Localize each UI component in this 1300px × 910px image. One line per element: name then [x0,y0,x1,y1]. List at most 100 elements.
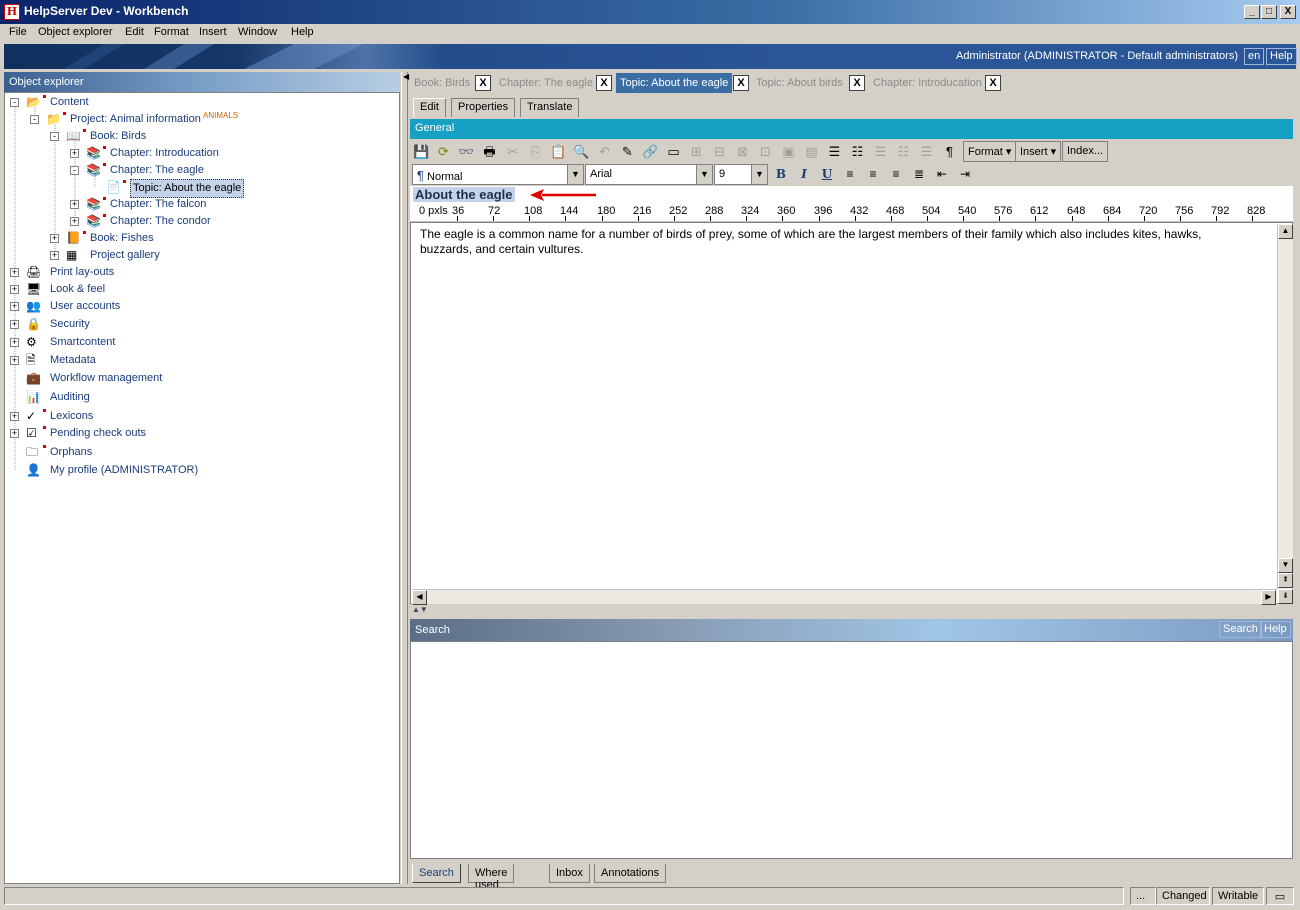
maximize-button[interactable]: □ [1261,5,1277,19]
tree-item-label[interactable]: Lexicons [50,408,93,425]
menu-format[interactable]: Format [154,26,189,38]
paste-icon[interactable]: 📋 [548,141,569,162]
menu-window[interactable]: Window [238,26,277,38]
tree-item-label[interactable]: Security [50,316,90,333]
outdent-list-icon[interactable]: ☷ [893,141,914,162]
split-cells-icon[interactable]: ▤ [801,141,822,162]
resize-splitter-icon[interactable]: ▲▼ [412,605,428,614]
refresh-icon[interactable]: ⟳ [433,141,454,162]
menu-file[interactable]: File [9,26,27,38]
close-window-button[interactable]: X [1280,5,1296,19]
bold-button[interactable]: B [771,165,791,184]
expand-icon[interactable]: + [10,320,19,329]
tree-item-label[interactable]: Book: Birds [90,128,146,145]
horizontal-scrollbar[interactable]: ◀ ▶ [412,589,1277,605]
doc-tab-topic-about-eagle[interactable]: Topic: About the eagle [616,73,733,93]
copy-icon[interactable]: ⎘ [525,141,546,162]
highlight-icon[interactable]: ✎ [617,141,638,162]
scroll-up-icon[interactable]: ▲ [1278,224,1293,239]
tree-item-label[interactable]: Chapter: The falcon [110,196,206,213]
tab-translate[interactable]: Translate [520,98,580,117]
expand-icon[interactable]: + [70,217,79,226]
language-button[interactable]: en [1244,48,1265,65]
scroll-page-down-icon[interactable]: ⇟ [1278,589,1293,604]
document-body[interactable]: The eagle is a common name for a number … [420,227,1240,257]
insert-column-icon[interactable]: ⊟ [709,141,730,162]
collapse-icon[interactable]: - [70,166,79,175]
tree-item-label[interactable]: Smartcontent [50,334,115,351]
tree-item-label[interactable]: My profile (ADMINISTRATOR) [50,462,198,479]
collapse-left-icon[interactable]: ◀ [403,72,409,81]
tab-edit[interactable]: Edit [413,98,446,117]
delete-column-icon[interactable]: ⊡ [755,141,776,162]
doc-tab-book-birds[interactable]: Book: Birds [414,73,470,93]
insert-row-icon[interactable]: ⊞ [686,141,707,162]
scroll-page-up-icon[interactable]: ⇞ [1278,573,1293,588]
align-right-icon[interactable]: ≡ [886,165,906,184]
tree-item-label[interactable]: Orphans [50,444,92,461]
doc-tab-chapter-eagle[interactable]: Chapter: The eagle [499,73,593,93]
close-tab-topic-about-eagle-icon[interactable]: X [733,75,749,91]
tab-search[interactable]: Search [412,864,461,883]
expand-icon[interactable]: + [10,268,19,277]
tree-item-label[interactable]: Print lay-outs [50,264,114,281]
expand-icon[interactable]: + [10,412,19,421]
tree-item-label[interactable]: Chapter: The eagle [110,162,204,179]
expand-icon[interactable]: + [10,356,19,365]
collapse-icon[interactable]: - [30,115,39,124]
tab-properties[interactable]: Properties [451,98,516,117]
search-button[interactable]: Search [1219,621,1262,638]
align-center-icon[interactable]: ≡ [863,165,883,184]
print-icon[interactable]: 🖶 [479,141,500,162]
font-family-select[interactable]: Arial [585,164,697,185]
indent-list-icon[interactable]: ☰ [870,141,891,162]
paragraph-style-dropdown-icon[interactable]: ▼ [567,164,584,185]
decrease-indent-icon[interactable]: ⇤ [932,165,952,184]
document-title[interactable]: About the eagle [413,187,515,202]
panel-splitter[interactable]: ◀ [401,72,409,884]
numbered-list-icon[interactable]: ☰ [824,141,845,162]
menu-edit[interactable]: Edit [125,26,144,38]
link-icon[interactable]: 🔗 [640,141,661,162]
tab-where-used[interactable]: Where used [468,864,515,891]
tree-item-label[interactable]: Project: Animal information [70,111,201,128]
undo-icon[interactable]: ↶ [594,141,615,162]
delete-row-icon[interactable]: ⊠ [732,141,753,162]
scroll-right-icon[interactable]: ▶ [1261,590,1276,605]
insert-menu-button[interactable]: Insert ▾ [1015,141,1062,162]
vertical-scrollbar[interactable]: ▲ ▼ ⇞ [1277,224,1293,589]
italic-button[interactable]: I [794,165,814,184]
tree-item-label[interactable]: Metadata [50,352,96,369]
close-tab-chapter-eagle-icon[interactable]: X [596,75,612,91]
doc-tab-topic-about-birds[interactable]: Topic: About birds [756,73,843,93]
tab-inbox[interactable]: Inbox [549,864,590,883]
tree-item-label[interactable]: Look & feel [50,281,105,298]
expand-icon[interactable]: + [50,251,59,260]
font-size-select[interactable]: 9 [714,164,752,185]
find-icon[interactable]: 🔍 [571,141,592,162]
tree-item-label[interactable]: Book: Fishes [90,230,154,247]
cut-icon[interactable]: ✂ [502,141,523,162]
paragraph-style-select[interactable]: ¶ Normal [412,164,568,185]
preview-icon[interactable]: 👓 [456,141,477,162]
bullet-list-icon[interactable]: ☷ [847,141,868,162]
expand-icon[interactable]: + [70,200,79,209]
scroll-left-icon[interactable]: ◀ [412,590,427,605]
justify-icon[interactable]: ≣ [909,165,929,184]
save-icon[interactable]: 💾 [411,141,432,162]
collapse-icon[interactable]: - [50,132,59,141]
pilcrow-icon[interactable]: ¶ [939,141,960,162]
tree-item-label[interactable]: User accounts [50,298,120,315]
help-button[interactable]: Help [1266,48,1297,65]
scroll-down-icon[interactable]: ▼ [1278,558,1293,573]
list-settings-icon[interactable]: ☰ [916,141,937,162]
collapse-icon[interactable]: - [10,98,19,107]
menu-object-explorer[interactable]: Object explorer [38,26,113,38]
format-menu-button[interactable]: Format ▾ [963,141,1017,162]
close-tab-topic-about-birds-icon[interactable]: X [849,75,865,91]
font-size-dropdown-icon[interactable]: ▼ [751,164,768,185]
font-family-dropdown-icon[interactable]: ▼ [696,164,713,185]
expand-icon[interactable]: + [10,338,19,347]
expand-icon[interactable]: + [10,302,19,311]
index-button[interactable]: Index... [1062,141,1109,162]
